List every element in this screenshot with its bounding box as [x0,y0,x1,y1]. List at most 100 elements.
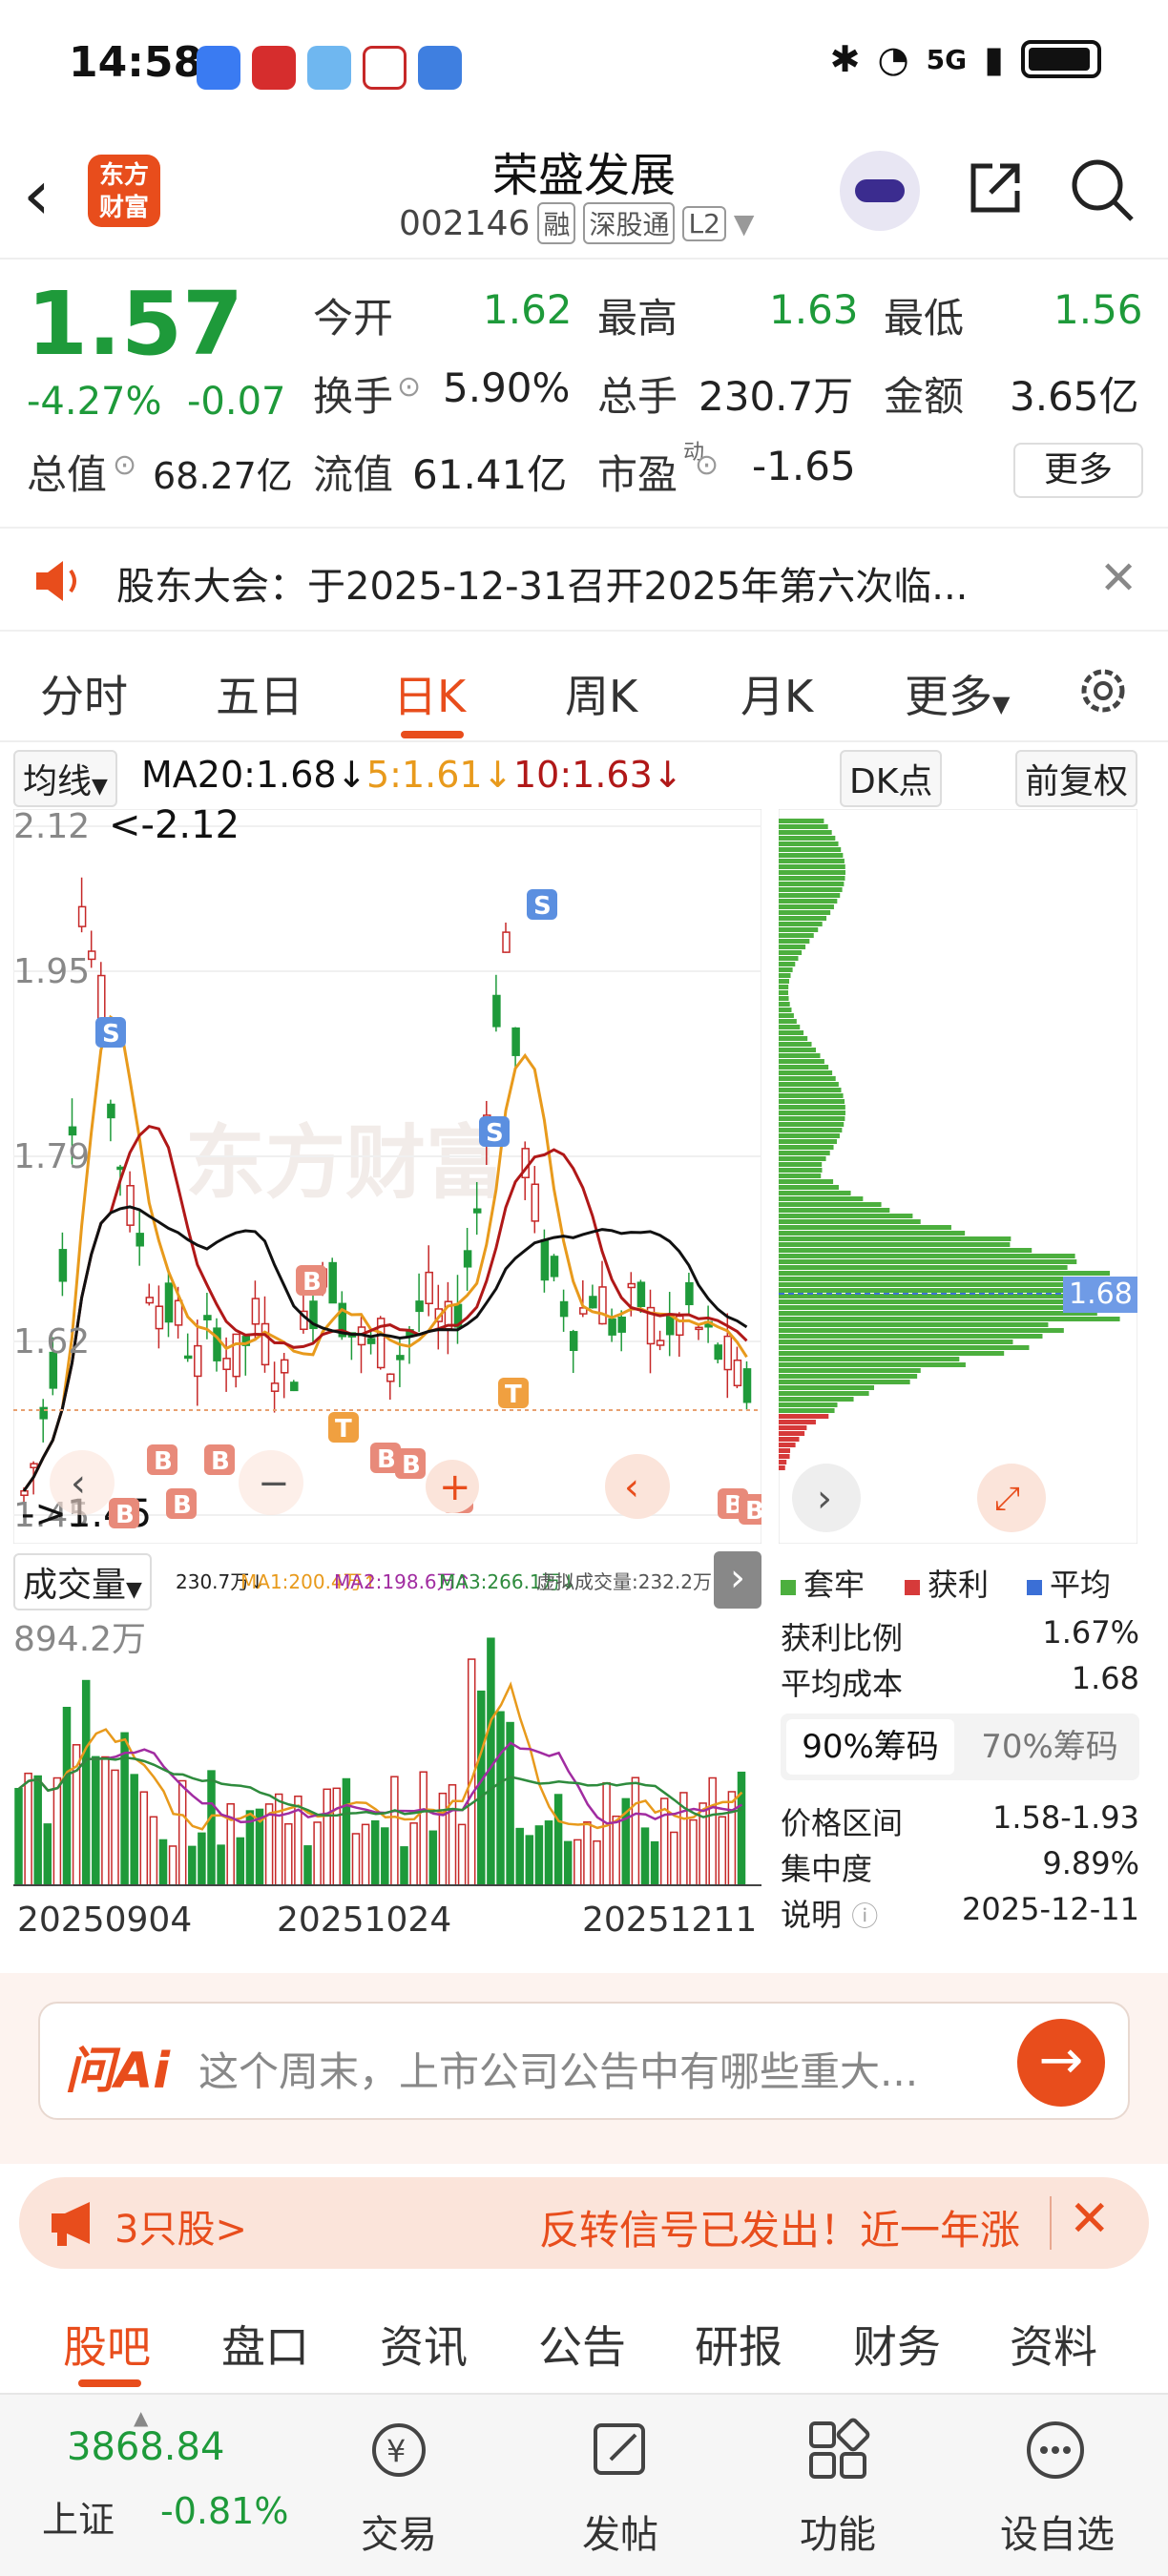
index-value[interactable]: 3868.84 [67,2425,224,2469]
functions-icon[interactable] [803,2416,872,2484]
chip-bar [779,853,844,858]
ma-type-select[interactable]: 均线▼ [13,750,117,807]
left-arrow-icon[interactable]: ‹ [71,1462,86,1506]
app-icon [363,46,407,90]
volume-bar [381,1827,389,1886]
tab-more[interactable]: 更多▼ [905,662,1010,725]
chip-bar [779,1271,1111,1276]
volume-bar [92,1755,100,1886]
volume-header: 成交量▼ 230.7万↓ MA1:200.4万↑ MA2:198.6万↑ MA3… [0,1549,763,1610]
tab-forum[interactable]: 股吧 [63,2313,151,2376]
info-icon[interactable]: ⊙ [397,370,421,404]
assistant-robot-icon[interactable] [840,151,920,231]
index-change[interactable]: -0.81% [160,2490,288,2532]
candle-body [463,1250,472,1268]
open-label: 今开 [313,295,394,342]
ai-send-button[interactable]: → [1017,2019,1105,2107]
candle-body [270,1382,280,1392]
announcement-bar[interactable]: 股东大会：于2025-12-31召开2025年第六次临... ✕ [0,527,1168,632]
pe-info-icon[interactable]: ⊙ [695,448,719,482]
profit-ratio-value: 1.67% [1042,1614,1139,1651]
close-icon[interactable]: ✕ [1069,2191,1111,2248]
info-icon[interactable]: ⓘ [851,1901,878,1932]
chip-bar [779,996,789,1001]
more-dots-icon[interactable] [1021,2416,1090,2484]
tab-chip-70[interactable]: 70%筹码 [966,1719,1134,1775]
amount-label: 金额 [884,373,965,420]
close-icon[interactable]: ✕ [1099,551,1137,605]
chip-bar [779,1151,830,1155]
nav-post[interactable]: 发帖 [544,2503,697,2559]
tab-profile[interactable]: 资料 [1010,2313,1097,2376]
chevron-left-icon[interactable]: ‹ [624,1465,639,1509]
tab-research[interactable]: 研报 [695,2313,782,2376]
tab-intraday[interactable]: 分时 [40,662,128,725]
chip-bar [779,859,845,863]
tab-orderbook[interactable]: 盘口 [221,2313,309,2376]
candle-body [126,1185,135,1226]
promo-stock-count[interactable]: 3只股> [115,2198,247,2254]
chevron-right-icon[interactable]: › [817,1477,832,1521]
search-icon[interactable] [1069,156,1136,223]
candle-body [723,1335,733,1371]
tab-financials[interactable]: 财务 [853,2313,941,2376]
dropdown-icon[interactable]: ▼ [734,208,755,239]
bluetooth-icon: ✱ [829,38,861,80]
volume-bar [419,1771,428,1886]
price-axis-label: 1.62 [13,1322,90,1361]
mcap-info-icon[interactable]: ⊙ [113,448,136,482]
candle-body [68,1126,77,1136]
promo-banner[interactable]: 3只股> 反转信号已发出！近一年涨 ✕ [19,2177,1149,2269]
more-button[interactable]: 更多 [1013,443,1143,498]
chip-bar [779,1174,822,1178]
system-icons: ✱ ◔ 5G ▮ [830,38,1101,80]
chip-bar [779,1254,1075,1258]
nav-functions[interactable]: 功能 [761,2503,914,2559]
chip-bar [779,1420,816,1424]
expand-icon[interactable]: ⤢ [994,1480,1020,1518]
chip-bar [779,824,828,829]
ai-input[interactable]: 问Ai 这个周末，上市公司公告中有哪些重大... → [38,2002,1130,2120]
adjust-chip[interactable]: 前复权 [1015,750,1138,807]
volume-chart[interactable]: 894.2万 20250904 20251024 20251211 [13,1612,761,1967]
minus-icon[interactable]: − [258,1462,290,1506]
tab-weekly-k[interactable]: 周K [565,662,637,725]
candle-body [328,1261,337,1304]
dk-point-chip[interactable]: DK点 [840,750,943,807]
gear-icon[interactable] [1074,662,1132,719]
volume-max-label: 894.2万 [13,1620,146,1659]
signal-label: 5G [926,43,968,75]
stock-header: ‹ 东方 财富 荣盛发展 002146 融 深股通 L2 ▼ [0,134,1168,260]
candlestick-chart[interactable]: 东方财富 2.121.951.791.621.45 <-2.12 ->1.45 … [13,809,761,1544]
chip-bar [779,1082,839,1087]
sell-signal: S [102,1020,120,1049]
index-name[interactable]: 上证 [42,2490,115,2543]
tab-announcements[interactable]: 公告 [538,2313,626,2376]
nav-add-watchlist[interactable]: 设自选 [981,2503,1134,2559]
tab-daily-k[interactable]: 日K [393,662,466,725]
float-value: 61.41亿 [412,451,568,498]
plus-icon[interactable]: + [439,1465,471,1509]
tab-news[interactable]: 资讯 [380,2313,468,2376]
buy-signal: B [302,1268,322,1297]
volume-indicator-select[interactable]: 成交量▼ [13,1553,152,1610]
chip-bar [779,933,814,938]
tab-five-day[interactable]: 五日 [216,662,303,725]
candle-body [203,1315,212,1320]
candle-body [733,1359,742,1387]
nav-trade[interactable]: 交易 [323,2503,475,2559]
chip-bar [779,1443,796,1447]
trade-icon[interactable]: ¥ [365,2416,433,2484]
volume-bar [323,1788,331,1886]
share-icon[interactable] [964,156,1027,219]
volume-bar [52,1776,62,1886]
tab-chip-90[interactable]: 90%筹码 [786,1719,954,1775]
tag-margin: 融 [537,202,576,244]
post-icon[interactable] [586,2416,655,2484]
chip-distribution-chart[interactable]: 1.68 › ⤢ [779,809,1137,1544]
promo-text: 反转信号已发出！近一年涨 [539,2207,1021,2254]
tab-monthly-k[interactable]: 月K [740,662,813,725]
last-price: 1.57 [27,273,243,375]
expand-right-button[interactable]: › [714,1551,761,1609]
pe-value: -1.65 [752,443,856,489]
